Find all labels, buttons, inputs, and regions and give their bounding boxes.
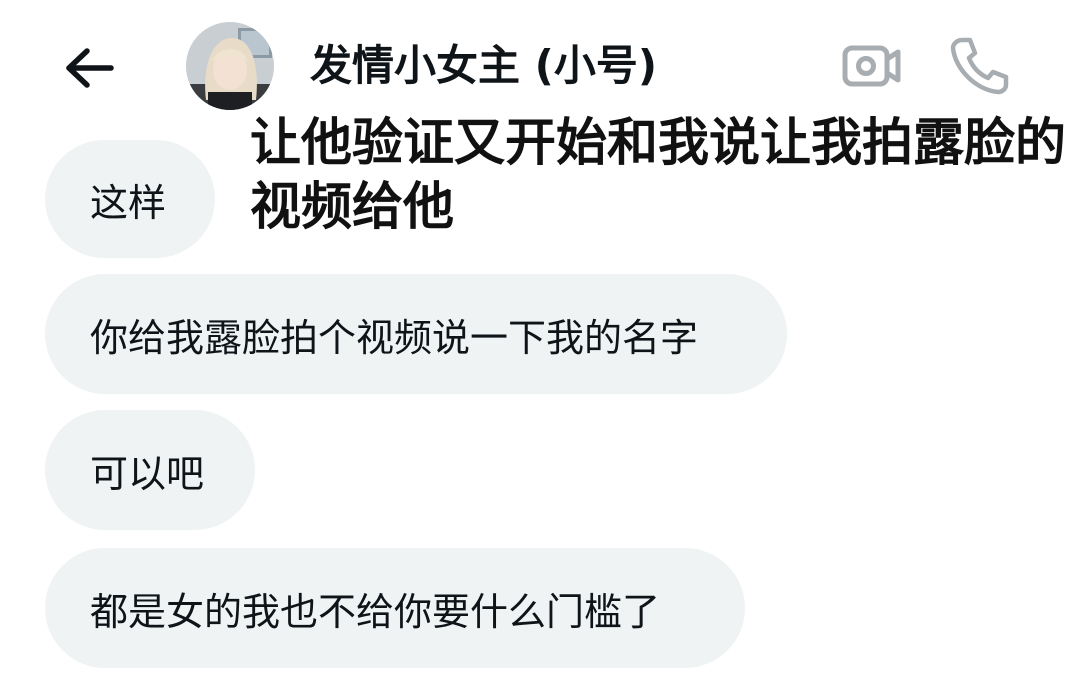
phone-icon [950,37,1009,95]
message-text: 这样 [90,180,167,225]
back-arrow-icon [66,48,114,88]
message-text: 你给我露脸拍个视频说一下我的名字 [90,315,699,360]
overlay-caption: 让他验证又开始和我说让我拍露脸的视频给他 [250,114,1067,237]
video-call-button[interactable] [838,38,904,94]
back-button[interactable] [58,40,118,96]
message-bubble[interactable]: 这样 [45,140,215,258]
message-text: 都是女的我也不给你要什么门槛了 [90,589,661,634]
video-camera-icon [842,45,901,87]
voice-call-button[interactable] [944,32,1014,98]
message-bubble[interactable]: 你给我露脸拍个视频说一下我的名字 [45,274,787,394]
avatar-image [186,22,274,110]
contact-name: 发情小女主 (小号) [310,41,658,90]
message-bubble[interactable]: 可以吧 [45,410,255,530]
avatar[interactable] [186,22,274,110]
message-text: 可以吧 [90,451,205,496]
message-bubble[interactable]: 都是女的我也不给你要什么门槛了 [45,548,745,668]
chat-header: 发情小女主 (小号) [0,0,1080,120]
